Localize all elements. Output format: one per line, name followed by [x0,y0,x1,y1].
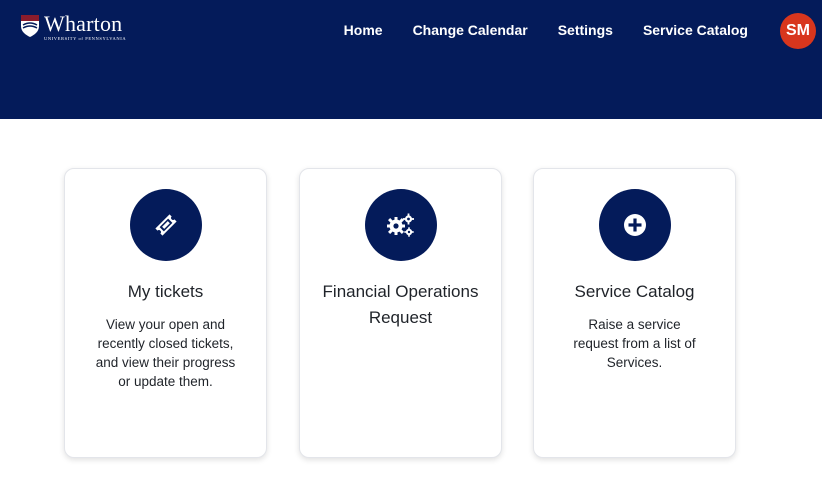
main-nav: Home Change Calendar Settings Service Ca… [344,22,748,39]
logo-wordmark: Wharton [44,11,123,36]
user-avatar[interactable]: SM [780,13,816,49]
card-title: Service Catalog [574,282,695,301]
gears-icon [386,213,414,237]
card-service-catalog[interactable]: Service Catalog Raise a service request … [533,168,736,458]
card-description: Raise a service request from a list of S… [573,317,696,370]
nav-change-calendar[interactable]: Change Calendar [413,22,528,39]
card-title: Financial Operations Request [322,282,479,327]
card-description: View your open and recently closed ticke… [95,317,236,389]
ticket-icon [154,214,177,236]
nav-home[interactable]: Home [344,22,383,39]
card-icon-circle [598,189,671,261]
nav-service-catalog[interactable]: Service Catalog [643,22,748,39]
card-financial-operations-request[interactable]: Financial Operations Request [299,168,502,458]
logo-subtitle: UNIVERSITY of PENNSYLVANIA [44,36,127,41]
card-my-tickets[interactable]: My tickets View your open and recently c… [64,168,267,458]
card-icon-circle [129,189,202,261]
top-header: Wharton UNIVERSITY of PENNSYLVANIA Home … [0,0,822,119]
nav-settings[interactable]: Settings [558,22,613,39]
card-title: My tickets [127,282,204,301]
wharton-logo[interactable]: Wharton UNIVERSITY of PENNSYLVANIA [20,11,127,42]
logo-text: Wharton UNIVERSITY of PENNSYLVANIA [44,11,127,42]
penn-shield-icon [21,15,39,37]
plus-circle-icon [623,214,646,236]
card-icon-circle [364,189,437,261]
